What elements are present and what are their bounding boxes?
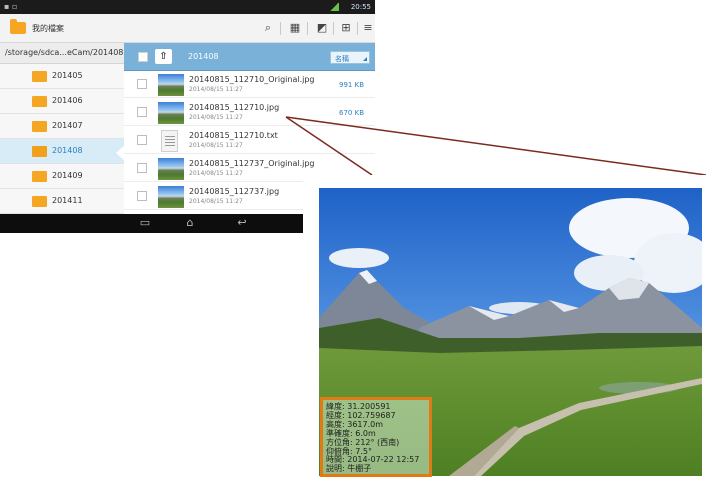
file-name: 20140815_112737_Original.jpg xyxy=(189,159,315,168)
divider xyxy=(280,22,281,35)
file-date: 2014/08/15 11:27 xyxy=(189,114,243,121)
image-thumbnail xyxy=(158,102,184,124)
folder-label: 201411 xyxy=(52,196,83,205)
notification-icons: ▪ ▫ xyxy=(4,2,18,11)
file-row[interactable]: 20140815_112710_Original.jpg 2014/08/15 … xyxy=(124,71,375,98)
file-checkbox[interactable] xyxy=(137,191,147,201)
folder-item-201405[interactable]: 201405 xyxy=(0,64,124,89)
home-icon[interactable]: ⌂ xyxy=(180,216,200,230)
folder-item-201409[interactable]: 201409 xyxy=(0,164,124,189)
file-name: 20140815_112710.jpg xyxy=(189,103,280,112)
file-checkbox[interactable] xyxy=(137,163,147,173)
signal-icon xyxy=(329,3,339,11)
file-name: 20140815_112710.txt xyxy=(189,131,278,140)
grid-view-icon[interactable]: ▦ xyxy=(287,20,303,36)
file-date: 2014/08/15 11:27 xyxy=(189,198,243,205)
exif-info-box: 緯度: 31.200591 經度: 102.759687 高度: 3617.0m… xyxy=(320,397,432,477)
folder-item-201411[interactable]: 201411 xyxy=(0,189,124,214)
folder-item-201406[interactable]: 201406 xyxy=(0,89,124,114)
select-all-checkbox[interactable] xyxy=(138,52,148,62)
folder-icon xyxy=(32,121,47,132)
file-date: 2014/08/15 11:27 xyxy=(189,86,243,93)
status-time: 20:55 xyxy=(350,3,371,11)
file-name: 20140815_112710_Original.jpg xyxy=(189,75,315,84)
divider xyxy=(307,22,308,35)
sort-dropdown[interactable]: 名稱 xyxy=(330,51,370,64)
add-folder-icon[interactable]: ⊞ xyxy=(338,20,354,36)
folder-item-201408[interactable]: 201408 xyxy=(0,139,124,164)
zoomed-photo-frame: 緯度: 31.200591 經度: 102.759687 高度: 3617.0m… xyxy=(303,175,706,477)
divider xyxy=(357,22,358,35)
back-icon[interactable]: ↩ xyxy=(232,216,252,230)
folder-label: 201408 xyxy=(52,146,83,155)
folder-label: 201405 xyxy=(52,71,83,80)
composite-figure: ▪ ▫ 20:55 我的檔案 ⌕ ▦ ◩ ⊞ ≡ /storage/sdca..… xyxy=(0,0,706,477)
folder-app-icon[interactable] xyxy=(10,19,26,34)
file-size: 991 KB xyxy=(339,81,364,89)
folder-label: 201407 xyxy=(52,121,83,130)
exif-description: 說明: 牛棚子 xyxy=(326,464,372,474)
up-folder-icon[interactable]: ⇧ xyxy=(155,49,172,64)
folder-icon xyxy=(32,71,47,82)
status-bar: ▪ ▫ 20:55 xyxy=(0,0,375,14)
action-bar: 我的檔案 ⌕ ▦ ◩ ⊞ ≡ xyxy=(0,14,375,43)
folder-icon xyxy=(32,146,47,157)
path-breadcrumb[interactable]: /storage/sdca...eCam/201408 xyxy=(0,43,124,64)
file-row[interactable]: 20140815_112710.jpg 2014/08/15 11:27 670… xyxy=(124,99,375,126)
divider xyxy=(333,22,334,35)
file-name: 20140815_112737.jpg xyxy=(189,187,280,196)
text-file-icon xyxy=(161,130,178,152)
folder-label: 201409 xyxy=(52,171,83,180)
image-thumbnail xyxy=(158,74,184,96)
file-checkbox[interactable] xyxy=(137,107,147,117)
file-checkbox[interactable] xyxy=(137,135,147,145)
file-date: 2014/08/15 11:27 xyxy=(189,170,243,177)
image-thumbnail xyxy=(158,186,184,208)
folder-icon xyxy=(32,171,47,182)
folder-icon xyxy=(32,196,47,207)
file-list-header: ⇧ 201408 名稱 xyxy=(124,43,375,71)
image-thumbnail xyxy=(158,158,184,180)
selection-pointer xyxy=(116,146,124,160)
folder-item-201407[interactable]: 201407 xyxy=(0,114,124,139)
recent-apps-icon[interactable]: ▭ xyxy=(135,216,155,230)
folder-label: 201406 xyxy=(52,96,83,105)
overflow-menu-icon[interactable]: ≡ xyxy=(360,20,375,36)
search-icon[interactable]: ⌕ xyxy=(260,20,276,36)
file-checkbox[interactable] xyxy=(137,79,147,89)
folder-icon xyxy=(32,96,47,107)
image-share-icon[interactable]: ◩ xyxy=(314,20,330,36)
file-row[interactable]: 20140815_112710.txt 2014/08/15 11:27 xyxy=(124,127,375,154)
app-title: 我的檔案 xyxy=(32,24,64,33)
folder-list: 201405 201406 201407 201408 201409 20141… xyxy=(0,64,124,214)
file-size: 670 KB xyxy=(339,109,364,117)
current-folder-title: 201408 xyxy=(188,52,219,61)
file-date: 2014/08/15 11:27 xyxy=(189,142,243,149)
